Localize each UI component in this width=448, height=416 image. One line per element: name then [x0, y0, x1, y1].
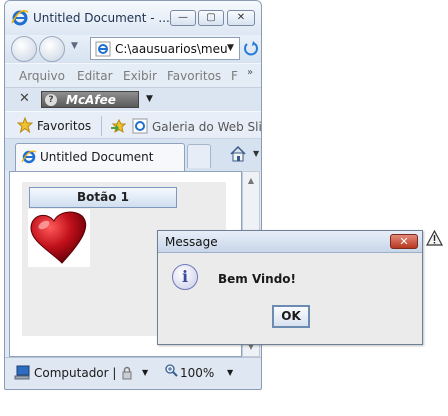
message-dialog: Message ✕ i Bem Vindo! OK [157, 230, 423, 345]
add-to-favorites-icon[interactable] [110, 118, 126, 134]
ok-button[interactable]: OK [272, 305, 310, 328]
web-slice-page-icon [132, 118, 148, 134]
zoom-icon[interactable] [165, 364, 178, 377]
refresh-icon[interactable] [243, 40, 259, 56]
internet-explorer-icon [21, 150, 37, 164]
botao-1-button[interactable]: Botão 1 [29, 187, 177, 208]
menu-bar: Arquivo Editar Exibir Favoritos F » [5, 63, 261, 87]
home-icon[interactable] [229, 145, 247, 163]
close-toolbar-icon[interactable]: ✕ [19, 91, 30, 106]
favorites-button[interactable]: Favoritos [37, 119, 91, 133]
maximize-button[interactable]: ▢ [198, 10, 224, 26]
favorites-bar: Favoritos Galeria do Web Slic [5, 111, 261, 139]
forward-button[interactable] [39, 36, 65, 62]
menu-truncated[interactable]: F [231, 69, 238, 83]
scroll-up-arrow-icon[interactable]: ▲ [243, 176, 259, 185]
dialog-title: Message [165, 235, 218, 249]
page-icon [95, 41, 111, 57]
address-text[interactable]: C:\aausuarios\meu [115, 42, 228, 56]
browser-title-bar: Untitled Document - ... — ▢ ✕ [5, 1, 261, 35]
tab-label: Untitled Document [40, 150, 154, 164]
heart-image [28, 209, 90, 267]
zoom-dropdown-icon[interactable]: ▼ [227, 368, 233, 377]
warning-icon [426, 230, 443, 246]
dialog-title-bar[interactable]: Message ✕ [158, 231, 422, 253]
menu-arquivo[interactable]: Arquivo [19, 69, 65, 83]
minimize-button[interactable]: — [170, 10, 196, 26]
protected-mode-icon[interactable] [119, 365, 135, 381]
mcafee-button[interactable]: ? McAfee [41, 91, 139, 108]
address-dropdown-icon[interactable]: ▼ [227, 43, 234, 53]
more-menu-chevron-icon[interactable]: » [247, 67, 253, 78]
new-tab-button[interactable] [187, 144, 211, 168]
toolbar-divider [101, 116, 102, 136]
dialog-close-button[interactable]: ✕ [390, 234, 418, 249]
recent-pages-dropdown-icon[interactable]: ▼ [71, 41, 78, 51]
browser-window-title: Untitled Document - ... [33, 11, 170, 25]
navigation-bar: ▼ C:\aausuarios\meu ▼ [5, 35, 261, 63]
favorites-star-icon[interactable] [17, 117, 33, 133]
internet-explorer-icon [11, 10, 29, 26]
tab-untitled-document[interactable]: Untitled Document [15, 143, 185, 171]
menu-favoritos[interactable]: Favoritos [167, 69, 221, 83]
tab-row: Untitled Document ▼ [5, 139, 261, 171]
information-icon: i [172, 264, 198, 290]
mcafee-help-icon: ? [45, 94, 57, 106]
home-dropdown-icon[interactable]: ▼ [253, 149, 259, 158]
menu-exibir[interactable]: Exibir [123, 69, 157, 83]
back-button[interactable] [11, 36, 37, 62]
mcafee-dropdown-icon[interactable]: ▼ [146, 94, 153, 104]
status-bar: Computador | ▼ 100% ▼ [5, 357, 261, 387]
addon-toolbar: ✕ ? McAfee ▼ [5, 87, 261, 111]
protected-mode-dropdown-icon[interactable]: ▼ [142, 368, 148, 377]
dialog-message: Bem Vindo! [218, 272, 297, 286]
web-slice-gallery-link[interactable]: Galeria do Web Slic [152, 120, 261, 134]
zoom-level[interactable]: 100% [180, 366, 214, 380]
menu-editar[interactable]: Editar [77, 69, 113, 83]
security-zone-label: Computador | [34, 366, 117, 380]
mcafee-label: McAfee [66, 93, 116, 107]
computer-icon [14, 365, 30, 380]
close-window-button[interactable]: ✕ [227, 10, 255, 26]
address-bar[interactable]: C:\aausuarios\meu ▼ [90, 37, 240, 60]
